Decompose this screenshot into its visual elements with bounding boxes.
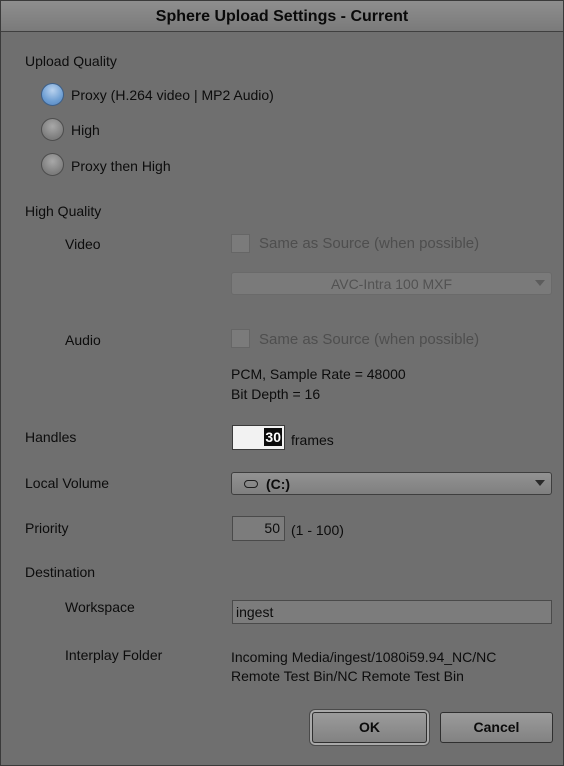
radio-proxy[interactable]: [41, 83, 64, 106]
priority-input[interactable]: 50: [232, 516, 285, 541]
audio-same-as-source-checkbox[interactable]: [231, 329, 250, 348]
upload-settings-dialog: Sphere Upload Settings - Current Upload …: [0, 0, 564, 766]
chevron-down-icon: [535, 280, 545, 286]
video-format-dropdown[interactable]: AVC-Intra 100 MXF: [231, 272, 552, 295]
local-volume-label: Local Volume: [25, 475, 110, 491]
priority-value: 50: [264, 520, 280, 536]
handles-value: 30: [264, 428, 282, 446]
ok-button[interactable]: OK: [312, 712, 427, 743]
cancel-button[interactable]: Cancel: [440, 712, 553, 743]
interplay-folder-line1: Incoming Media/ingest/1080i59.94_NC/NC: [231, 649, 497, 665]
radio-proxy-then-high-label[interactable]: Proxy then High: [71, 158, 171, 174]
audio-same-as-source-label: Same as Source (when possible): [259, 331, 480, 348]
priority-range: (1 - 100): [291, 522, 344, 538]
workspace-value: ingest: [236, 604, 274, 620]
video-label: Video: [65, 236, 101, 252]
local-volume-dropdown[interactable]: (C:): [231, 472, 552, 495]
radio-proxy-then-high[interactable]: [41, 153, 64, 176]
audio-info-line2: Bit Depth = 16: [231, 386, 321, 402]
drive-icon: [244, 480, 258, 488]
priority-label: Priority: [25, 520, 69, 536]
handles-input[interactable]: 30: [232, 425, 285, 450]
audio-label: Audio: [65, 332, 101, 348]
handles-label: Handles: [25, 429, 77, 445]
video-same-as-source-label: Same as Source (when possible): [259, 235, 480, 252]
video-format-value: AVC-Intra 100 MXF: [330, 276, 453, 292]
workspace-field[interactable]: ingest: [232, 600, 552, 624]
radio-high[interactable]: [41, 118, 64, 141]
upload-quality-heading: Upload Quality: [25, 53, 117, 69]
radio-high-label[interactable]: High: [71, 122, 100, 138]
interplay-folder-label: Interplay Folder: [65, 647, 163, 663]
audio-info-line1: PCM, Sample Rate = 48000: [231, 366, 406, 382]
video-same-as-source-checkbox[interactable]: [231, 234, 250, 253]
interplay-folder-line2: Remote Test Bin/NC Remote Test Bin: [231, 668, 464, 684]
workspace-label: Workspace: [65, 599, 135, 615]
dialog-title: Sphere Upload Settings - Current: [1, 1, 563, 32]
handles-unit: frames: [291, 432, 334, 448]
local-volume-value: (C:): [266, 476, 291, 492]
chevron-down-icon: [535, 480, 545, 486]
high-quality-heading: High Quality: [25, 203, 102, 219]
radio-proxy-label[interactable]: Proxy (H.264 video | MP2 Audio): [71, 87, 274, 103]
destination-heading: Destination: [25, 564, 96, 580]
